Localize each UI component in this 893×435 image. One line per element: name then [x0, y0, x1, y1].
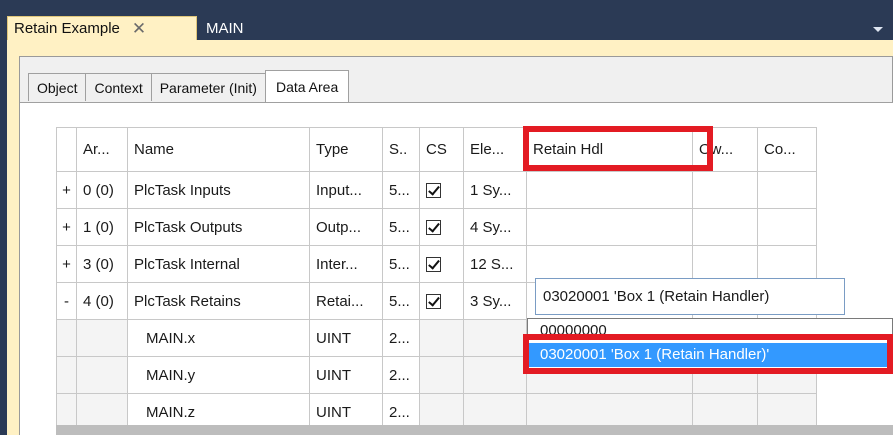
- expand-toggle[interactable]: +: [56, 171, 77, 209]
- elements-cell: [463, 356, 527, 394]
- type-cell: UINT: [309, 319, 383, 357]
- owner-cell: [692, 171, 758, 209]
- size-cell: 5...: [382, 171, 420, 209]
- col-header-name[interactable]: Name: [127, 127, 310, 172]
- size-cell: 5...: [382, 208, 420, 246]
- cs-cell: [419, 319, 464, 357]
- col-header-area[interactable]: Ar...: [76, 127, 128, 172]
- tab-context[interactable]: Context: [85, 73, 151, 101]
- document-tab-strip: Retain Example ✕ MAIN: [0, 0, 893, 40]
- highlight-retain-hdl-header: [523, 126, 713, 171]
- table-row[interactable]: + 3 (0) PlcTask Internal Inter... 5... 1…: [56, 245, 817, 283]
- area-cell: [76, 356, 128, 394]
- comment-cell: [757, 208, 817, 246]
- tab-data-area[interactable]: Data Area: [264, 70, 350, 102]
- doc-tab-label: MAIN: [206, 19, 244, 37]
- grid-bottom-strip: [56, 425, 893, 435]
- type-cell: Input...: [309, 171, 383, 209]
- col-header-comment[interactable]: Co...: [757, 127, 817, 172]
- area-cell: 3 (0): [76, 245, 128, 283]
- area-cell: 1 (0): [76, 208, 128, 246]
- cs-cell: [419, 208, 464, 246]
- doc-tab-label: Retain Example: [14, 20, 120, 37]
- col-header-size[interactable]: S..: [382, 127, 420, 172]
- cs-checkbox[interactable]: [426, 183, 441, 199]
- doc-tab-main[interactable]: MAIN: [200, 16, 244, 40]
- collapse-toggle[interactable]: -: [56, 282, 77, 320]
- type-cell: Outp...: [309, 208, 383, 246]
- owner-cell: [692, 208, 758, 246]
- cs-cell: [419, 245, 464, 283]
- elements-cell: 12 S...: [463, 245, 527, 283]
- elements-cell: [463, 319, 527, 357]
- cs-cell: [419, 356, 464, 394]
- expand-toggle[interactable]: +: [56, 208, 77, 246]
- expand-toggle: [56, 319, 77, 357]
- tab-list-dropdown-icon[interactable]: [873, 27, 883, 32]
- tab-object[interactable]: Object: [28, 73, 86, 101]
- retain-handler-combo[interactable]: 03020001 'Box 1 (Retain Handler): [535, 278, 845, 315]
- doc-tab-retain-example[interactable]: Retain Example ✕: [7, 16, 197, 40]
- expand-toggle: [56, 356, 77, 394]
- cs-cell: [419, 282, 464, 320]
- size-cell: 2...: [382, 319, 420, 357]
- col-header-type[interactable]: Type: [309, 127, 383, 172]
- name-cell: MAIN.y: [127, 356, 310, 394]
- retain-cell[interactable]: [526, 245, 693, 283]
- type-cell: Inter...: [309, 245, 383, 283]
- property-tabs: Object Context Parameter (Init) Data Are…: [28, 70, 350, 102]
- retain-cell[interactable]: [526, 208, 693, 246]
- tab-parameter-init[interactable]: Parameter (Init): [150, 73, 265, 101]
- elements-cell: 4 Sy...: [463, 208, 527, 246]
- name-cell: PlcTask Internal: [127, 245, 310, 283]
- col-header-toggle: [56, 127, 77, 172]
- close-icon[interactable]: ✕: [132, 20, 146, 37]
- size-cell: 2...: [382, 356, 420, 394]
- col-header-elements[interactable]: Ele...: [463, 127, 527, 172]
- cs-cell: [419, 171, 464, 209]
- owner-cell: [692, 245, 758, 283]
- type-cell: Retai...: [309, 282, 383, 320]
- elements-cell: 1 Sy...: [463, 171, 527, 209]
- table-row[interactable]: + 1 (0) PlcTask Outputs Outp... 5... 4 S…: [56, 208, 817, 246]
- area-cell: [76, 319, 128, 357]
- comment-cell: [757, 171, 817, 209]
- col-header-cs[interactable]: CS: [419, 127, 464, 172]
- combo-value: 03020001 'Box 1 (Retain Handler): [543, 288, 770, 305]
- name-cell: PlcTask Outputs: [127, 208, 310, 246]
- cs-checkbox[interactable]: [426, 294, 441, 310]
- elements-cell: 3 Sy...: [463, 282, 527, 320]
- highlight-selected-option: [523, 334, 893, 374]
- type-cell: UINT: [309, 356, 383, 394]
- expand-toggle[interactable]: +: [56, 245, 77, 283]
- size-cell: 5...: [382, 245, 420, 283]
- name-cell: PlcTask Retains: [127, 282, 310, 320]
- size-cell: 5...: [382, 282, 420, 320]
- area-cell: 4 (0): [76, 282, 128, 320]
- cs-checkbox[interactable]: [426, 257, 441, 273]
- name-cell: PlcTask Inputs: [127, 171, 310, 209]
- table-row[interactable]: + 0 (0) PlcTask Inputs Input... 5... 1 S…: [56, 171, 817, 209]
- name-cell: MAIN.x: [127, 319, 310, 357]
- retain-cell[interactable]: [526, 171, 693, 209]
- comment-cell: [757, 245, 817, 283]
- area-cell: 0 (0): [76, 171, 128, 209]
- cs-checkbox[interactable]: [426, 220, 441, 236]
